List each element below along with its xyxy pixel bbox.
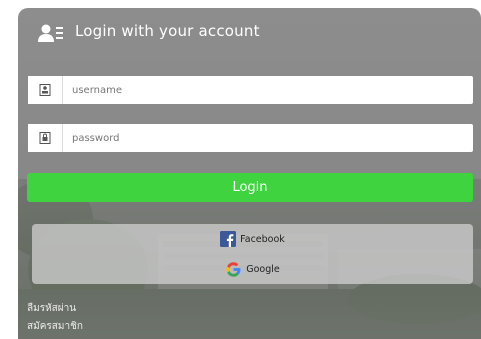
username-input[interactable] xyxy=(63,76,464,104)
login-button[interactable]: Login xyxy=(27,173,473,202)
password-field[interactable] xyxy=(28,124,473,152)
facebook-icon xyxy=(220,231,237,247)
username-field[interactable] xyxy=(28,76,473,104)
login-button-label: Login xyxy=(232,180,268,195)
forgot-password-link[interactable]: ลืมรหัสผ่าน xyxy=(27,301,76,316)
facebook-label: Facebook xyxy=(240,233,285,245)
google-icon xyxy=(226,261,241,277)
social-login-box: Facebook Google xyxy=(32,224,473,284)
google-label: Google xyxy=(246,263,280,275)
login-panel: Login with your account Login xyxy=(18,8,481,339)
google-login-button[interactable]: Google xyxy=(32,258,473,280)
password-input[interactable] xyxy=(63,124,464,152)
lock-icon xyxy=(28,124,63,152)
register-link[interactable]: สมัครสมาชิก xyxy=(27,319,83,334)
user-list-icon xyxy=(38,24,63,42)
header-title: Login with your account xyxy=(75,22,260,40)
id-card-icon xyxy=(28,76,63,104)
facebook-login-button[interactable]: Facebook xyxy=(32,228,473,250)
panel-header: Login with your account xyxy=(18,8,481,58)
